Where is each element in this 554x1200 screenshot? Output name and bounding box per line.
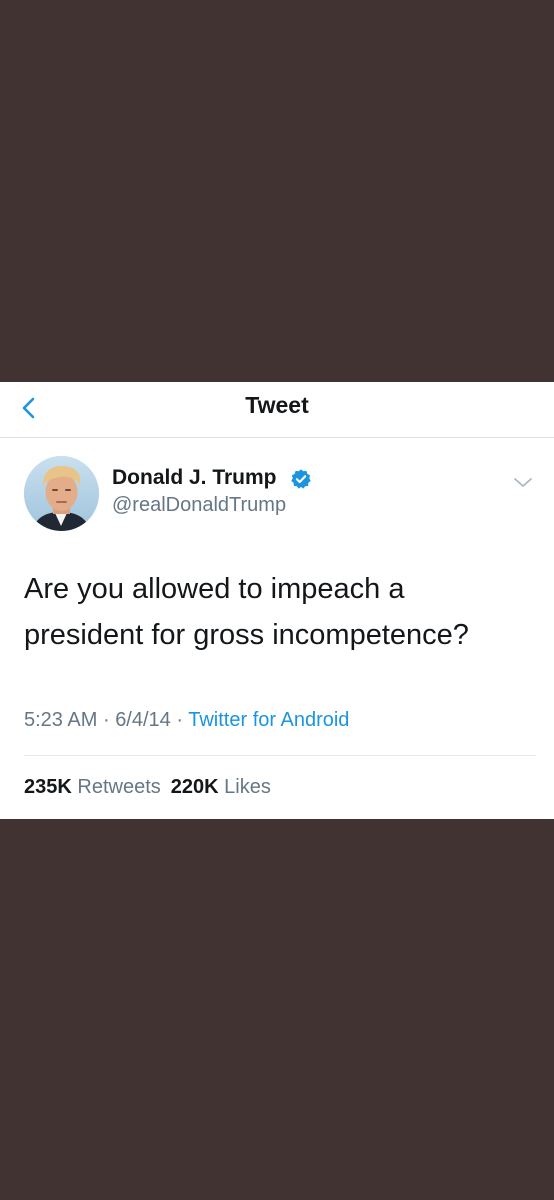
page-title: Tweet — [245, 392, 309, 418]
nav-bar: Tweet — [0, 382, 554, 438]
avatar[interactable] — [24, 456, 99, 531]
author-display-name[interactable]: Donald J. Trump — [112, 466, 277, 490]
tweet-metadata: 5:23 AM · 6/4/14 · Twitter for Android — [24, 709, 349, 732]
retweets-count: 235K — [24, 776, 72, 798]
tweet-options-button[interactable] — [510, 472, 536, 492]
meta-separator: · — [176, 709, 184, 731]
tweet-card: Tweet Donald J. Trump @realDonaldTrump A… — [0, 382, 554, 819]
tweet-text: Are you allowed to impeach a president f… — [24, 573, 469, 651]
likes-stat[interactable]: 220K Likes — [171, 776, 271, 799]
chevron-down-icon — [514, 478, 532, 487]
retweets-label: Retweets — [77, 776, 161, 798]
author-handle[interactable]: @realDonaldTrump — [112, 494, 286, 517]
tweet-stats: 235K Retweets 220K Likes — [24, 776, 281, 799]
tweet-time: 5:23 AM — [24, 709, 98, 731]
divider — [24, 755, 536, 756]
tweet-date: 6/4/14 — [115, 709, 171, 731]
likes-count: 220K — [170, 776, 219, 798]
meta-separator: · — [102, 709, 110, 731]
profile-photo — [24, 456, 99, 531]
tweet-source-link[interactable]: Twitter for Android — [188, 709, 349, 731]
verified-badge-icon — [291, 469, 311, 489]
likes-label: Likes — [224, 776, 271, 798]
retweets-stat[interactable]: 235K Retweets — [24, 776, 161, 799]
